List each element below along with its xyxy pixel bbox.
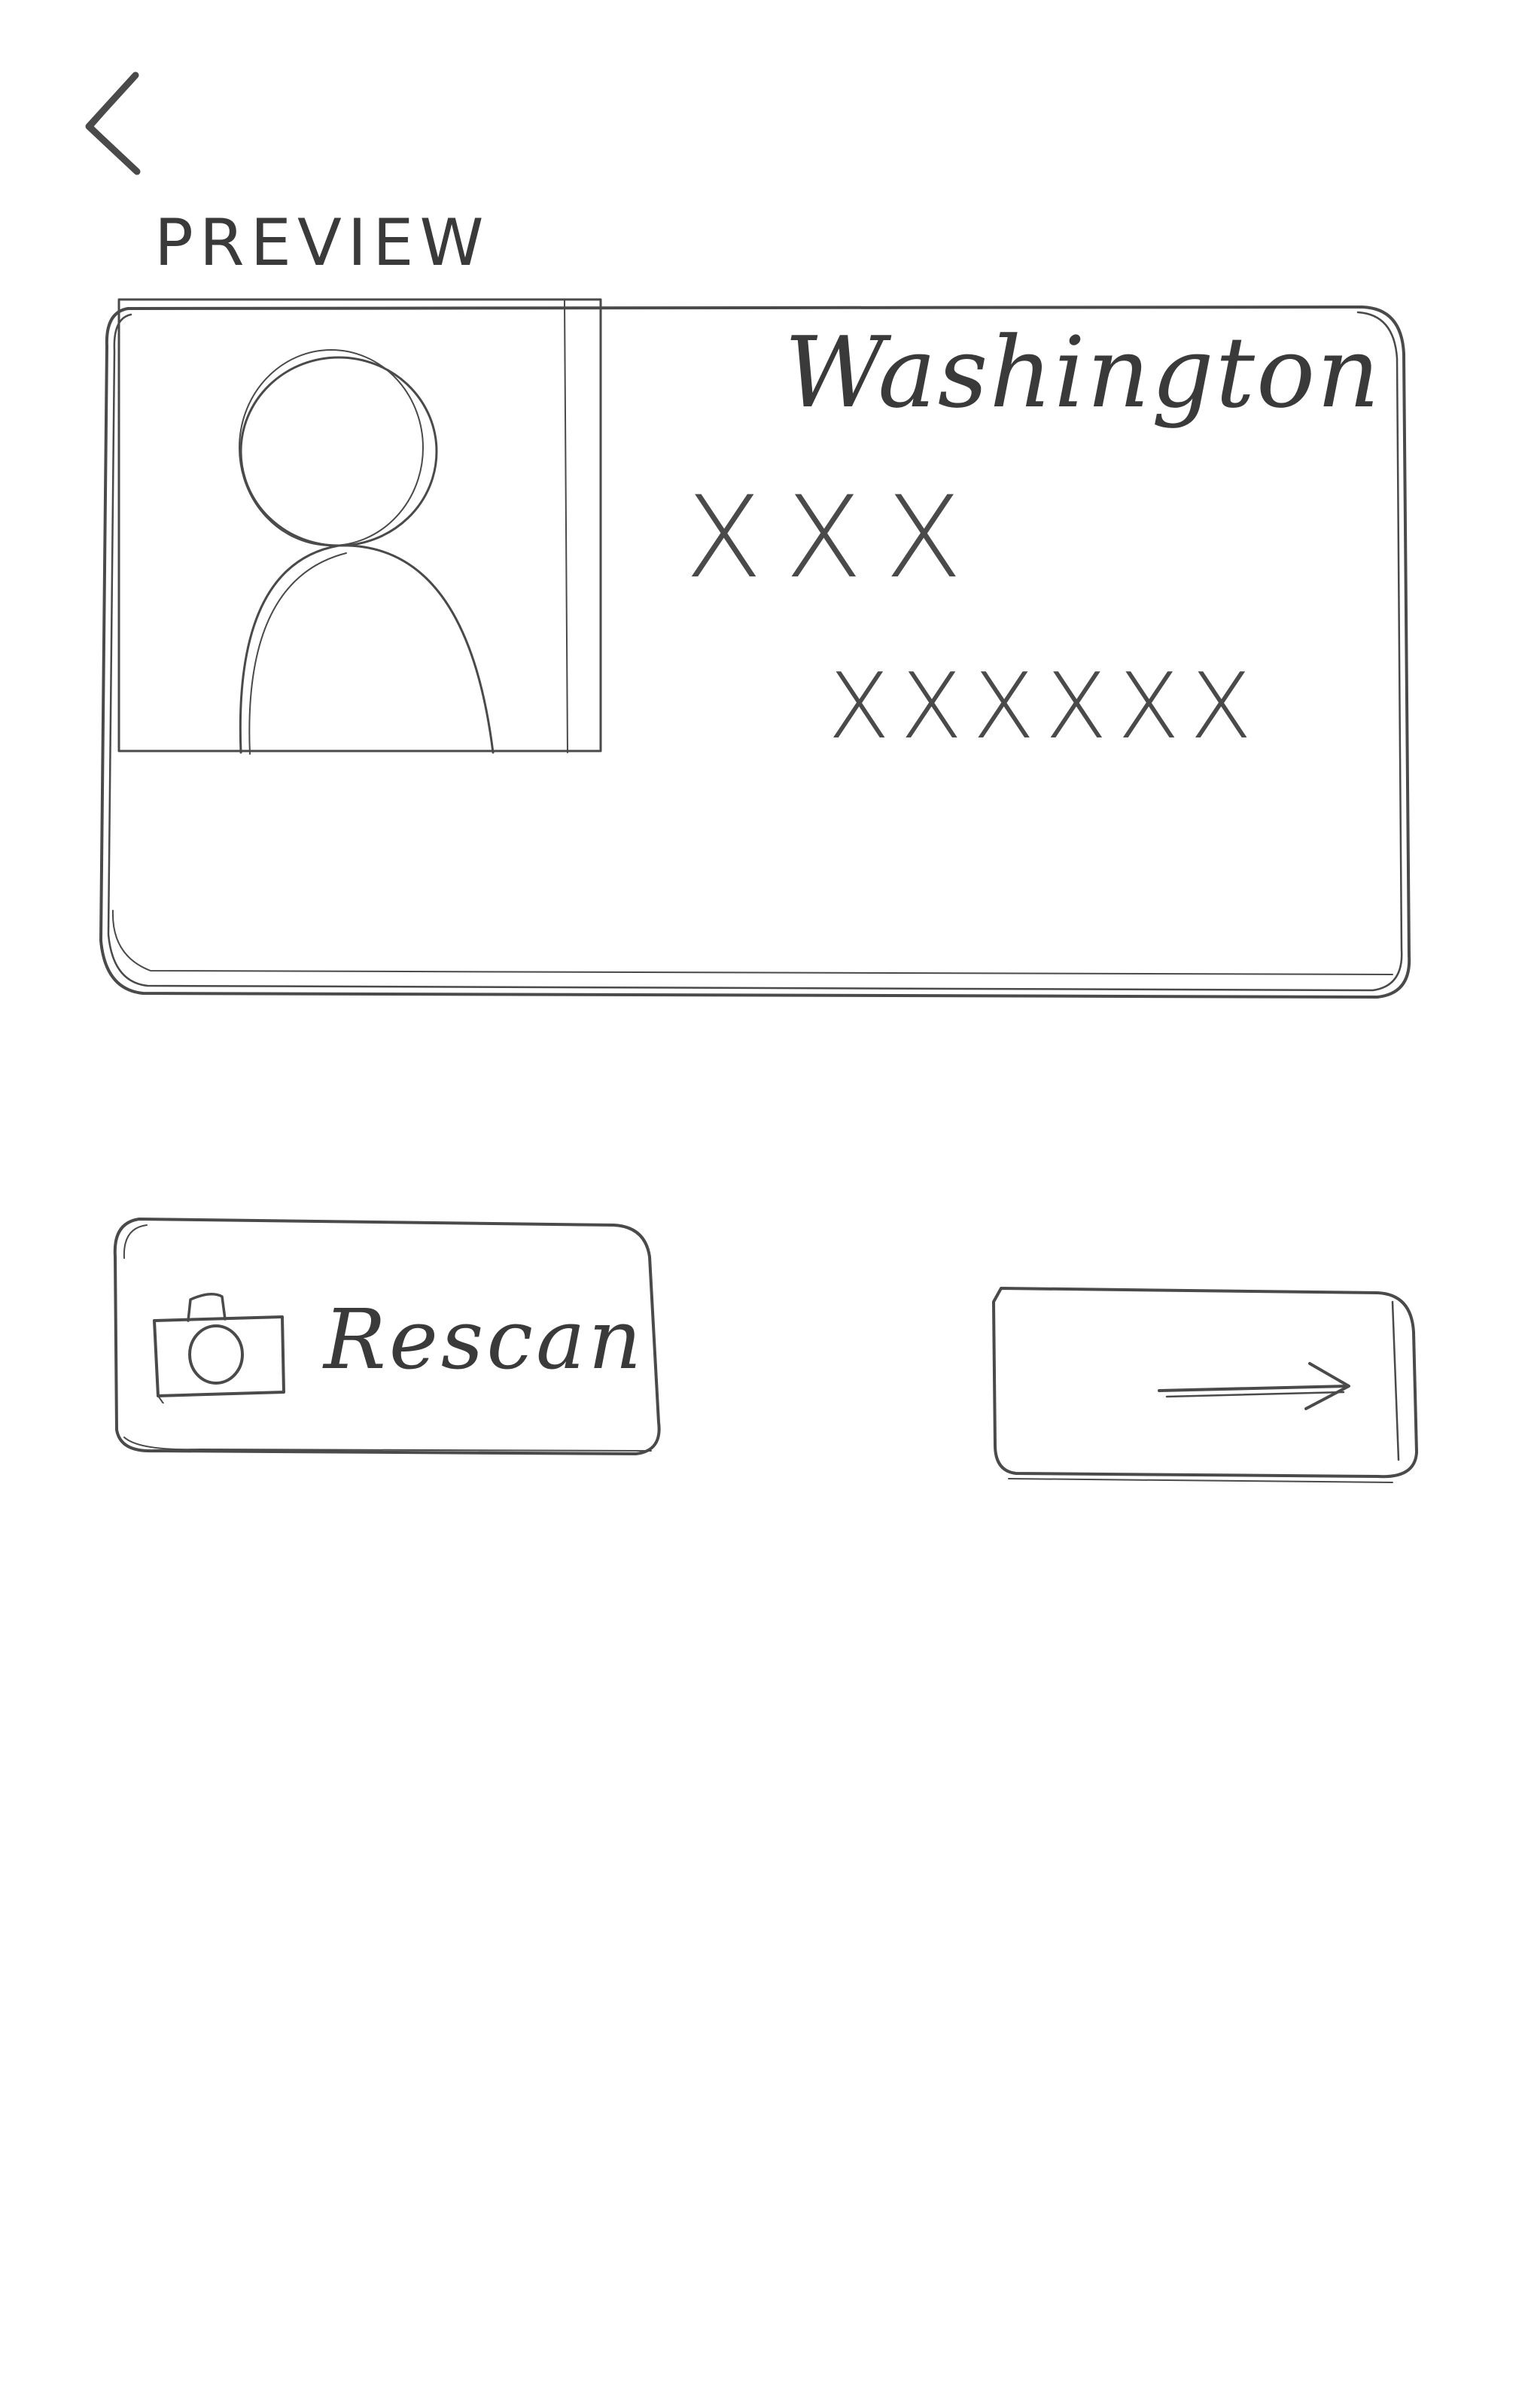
id-field-1: XXX (685, 473, 985, 604)
chevron-left-icon (85, 71, 141, 175)
photo-placeholder (117, 298, 602, 755)
id-card-preview: Washington XXX XXXXXX (98, 293, 1423, 1016)
id-state-name: Washington (784, 315, 1381, 430)
arrow-right-icon (1158, 1362, 1350, 1410)
person-head-shape (239, 356, 438, 547)
next-button[interactable] (986, 1279, 1423, 1490)
person-body-shape (239, 544, 495, 754)
back-button[interactable] (75, 68, 158, 181)
rescan-button[interactable]: Rescan (109, 1212, 666, 1460)
rescan-label: Rescan (324, 1291, 645, 1388)
scan-preview-screen: { "screen": { "preview_label": "PREVIEW"… (0, 0, 1528, 2408)
camera-icon (153, 1293, 285, 1403)
id-field-2: XXXXXX (828, 655, 1263, 759)
preview-label: PREVIEW (154, 205, 490, 281)
